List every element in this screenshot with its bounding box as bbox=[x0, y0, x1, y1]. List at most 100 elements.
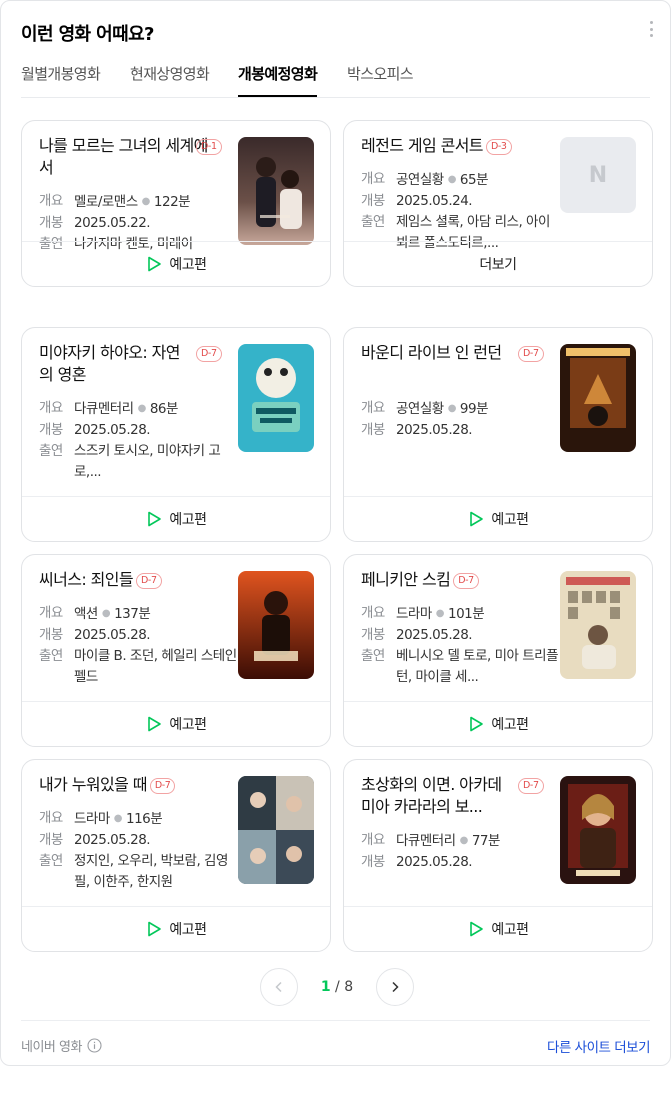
movie-poster[interactable] bbox=[238, 344, 314, 452]
movie-card[interactable]: 내가 누워있을 때 D-7 개요 드라마 ● 116분 개봉 2025.05.28. 출연… bbox=[21, 759, 331, 952]
play-icon bbox=[148, 256, 162, 272]
trailer-button[interactable]: 예고편 bbox=[22, 241, 330, 286]
movie-title[interactable]: 레전드 게임 콘서트 D-3 bbox=[361, 135, 561, 157]
movie-title[interactable]: 나를 모르는 그녀의 세계에서 bbox=[39, 135, 217, 179]
info-key-genre: 개요 bbox=[361, 605, 385, 621]
movie-card[interactable]: 페니키안 스킴 D-7 개요 드라마 ● 101분 개봉 2025.05.28. 출연 베니… bbox=[343, 554, 653, 747]
trailer-button[interactable]: 예고편 bbox=[22, 701, 330, 746]
play-icon bbox=[470, 921, 484, 937]
info-key-release: 개봉 bbox=[39, 215, 63, 231]
total-pages: 8 bbox=[344, 979, 354, 995]
info-key-genre: 개요 bbox=[39, 400, 63, 416]
prev-page-button[interactable] bbox=[260, 968, 298, 1006]
dday-badge: D-1 bbox=[196, 139, 222, 155]
movie-runtime: 116분 bbox=[126, 811, 163, 827]
trailer-button[interactable]: 예고편 bbox=[344, 496, 652, 541]
movie-poster[interactable] bbox=[238, 776, 314, 884]
tab-now-showing[interactable]: 현재상영영화 bbox=[130, 63, 210, 97]
info-key-release: 개봉 bbox=[361, 422, 385, 438]
info-key-cast: 출연 bbox=[39, 443, 63, 459]
panel-title: 이런 영화 어때요? bbox=[21, 24, 155, 45]
dday-badge: D-7 bbox=[453, 573, 479, 589]
movie-card[interactable]: 초상화의 이면. 아카데미아 카라라의 보... D-7 개요 다큐멘터리 ● 77분… bbox=[343, 759, 653, 952]
movie-release-date: 2025.05.22. bbox=[74, 215, 151, 231]
info-key-release: 개봉 bbox=[361, 854, 385, 870]
movie-card[interactable]: 바운디 라이브 인 런던 D-7 개요 공연실황 ● 99분 개봉 2025.05.28… bbox=[343, 327, 653, 542]
data-source: 네이버 영화 bbox=[21, 1036, 102, 1055]
movie-runtime: 86분 bbox=[149, 401, 179, 417]
movie-poster[interactable] bbox=[560, 571, 636, 679]
play-icon bbox=[470, 511, 484, 527]
movie-title[interactable]: 페니키안 스킴 D-7 bbox=[361, 569, 561, 591]
movie-genre: 액션 bbox=[74, 606, 98, 622]
movie-poster[interactable] bbox=[238, 137, 314, 245]
more-options-icon[interactable] bbox=[646, 21, 656, 37]
movie-poster[interactable] bbox=[560, 344, 636, 452]
movie-runtime: 99분 bbox=[459, 401, 489, 417]
dday-badge: D-7 bbox=[518, 346, 544, 362]
info-key-release: 개봉 bbox=[39, 832, 63, 848]
movie-poster[interactable] bbox=[238, 571, 314, 679]
info-key-genre: 개요 bbox=[39, 810, 63, 826]
info-key-cast: 출연 bbox=[39, 648, 63, 664]
movie-release-date: 2025.05.24. bbox=[396, 193, 473, 209]
movie-genre: 멜로/로맨스 bbox=[74, 194, 138, 210]
movie-genre: 드라마 bbox=[396, 606, 432, 622]
movie-runtime: 77분 bbox=[471, 833, 501, 849]
footer-divider bbox=[21, 1020, 650, 1021]
page-separator: / bbox=[335, 979, 340, 995]
current-page: 1 bbox=[320, 979, 331, 995]
movie-cast: 스즈키 토시오, 미야자키 고로,... bbox=[74, 443, 221, 480]
movie-card[interactable]: 레전드 게임 콘서트 D-3 개요 공연실황 ● 65분 개봉 2025.05.24. 출… bbox=[343, 120, 653, 287]
movie-recommendation-panel: 이런 영화 어때요? 월별개봉영화 현재상영영화 개봉예정영화 박스오피스 나를… bbox=[0, 0, 671, 1066]
info-key-cast: 출연 bbox=[39, 853, 63, 869]
movie-info: 개요 드라마 ● 116분 개봉 2025.05.28. 출연 정지인, 오우리, 박보람… bbox=[39, 808, 239, 893]
movie-title[interactable]: 초상화의 이면. 아카데미아 카라라의 보... bbox=[361, 774, 511, 818]
info-key-release: 개봉 bbox=[361, 193, 385, 209]
movie-title[interactable]: 씨너스: 죄인들 D-7 bbox=[39, 569, 239, 591]
movie-genre: 다큐멘터리 bbox=[74, 401, 134, 417]
movie-runtime: 137분 bbox=[114, 606, 151, 622]
other-sites-link[interactable]: 다른 사이트 더보기 bbox=[547, 1036, 650, 1056]
movie-cast: 마이클 B. 조던, 헤일리 스테인펠드 bbox=[74, 648, 237, 685]
info-key-genre: 개요 bbox=[361, 400, 385, 416]
play-icon bbox=[148, 716, 162, 732]
trailer-button[interactable]: 예고편 bbox=[344, 701, 652, 746]
tab-upcoming[interactable]: 개봉예정영화 bbox=[238, 63, 318, 97]
movie-title[interactable]: 바운디 라이브 인 런던 bbox=[361, 342, 511, 364]
movie-release-date: 2025.05.28. bbox=[396, 627, 473, 643]
movie-genre: 드라마 bbox=[74, 811, 110, 827]
movie-card[interactable]: 씨너스: 죄인들 D-7 개요 액션 ● 137분 개봉 2025.05.28. 출연 마이… bbox=[21, 554, 331, 747]
movie-card[interactable]: 나를 모르는 그녀의 세계에서 D-1 개요 멜로/로맨스 ● 122분 개봉 2025… bbox=[21, 120, 331, 287]
info-key-genre: 개요 bbox=[361, 832, 385, 848]
movie-info: 개요 공연실황 ● 99분 개봉 2025.05.28. bbox=[361, 398, 561, 441]
movie-release-date: 2025.05.28. bbox=[74, 627, 151, 643]
movie-genre: 공연실황 bbox=[396, 401, 444, 417]
trailer-button[interactable]: 예고편 bbox=[22, 906, 330, 951]
movie-title[interactable]: 내가 누워있을 때 D-7 bbox=[39, 774, 239, 796]
movie-card[interactable]: 미야자키 하야오: 자연의 영혼 D-7 개요 다큐멘터리 ● 86분 개봉 2025.… bbox=[21, 327, 331, 542]
page-indicator: 1 / 8 bbox=[301, 979, 373, 995]
dday-badge: D-7 bbox=[518, 778, 544, 794]
dday-badge: D-7 bbox=[196, 346, 222, 362]
info-icon[interactable] bbox=[87, 1038, 102, 1053]
chevron-left-icon bbox=[275, 981, 282, 993]
tab-box-office[interactable]: 박스오피스 bbox=[347, 63, 414, 97]
play-icon bbox=[148, 921, 162, 937]
movie-genre: 다큐멘터리 bbox=[396, 833, 456, 849]
movie-genre: 공연실황 bbox=[396, 172, 444, 188]
movie-title[interactable]: 미야자키 하야오: 자연의 영혼 bbox=[39, 342, 189, 386]
movie-info: 개요 액션 ● 137분 개봉 2025.05.28. 출연 마이클 B. 조던, 헤일리… bbox=[39, 603, 239, 688]
movie-release-date: 2025.05.28. bbox=[74, 832, 151, 848]
tab-bar: 월별개봉영화 현재상영영화 개봉예정영화 박스오피스 bbox=[21, 61, 650, 98]
trailer-button[interactable]: 예고편 bbox=[22, 496, 330, 541]
next-page-button[interactable] bbox=[376, 968, 414, 1006]
more-button[interactable]: 더보기 bbox=[344, 241, 652, 286]
tab-monthly-releases[interactable]: 월별개봉영화 bbox=[21, 63, 101, 97]
dday-badge: D-7 bbox=[149, 778, 176, 794]
movie-info: 개요 다큐멘터리 ● 86분 개봉 2025.05.28. 출연 스즈키 토시오, 미야자… bbox=[39, 398, 239, 483]
movie-poster[interactable] bbox=[560, 776, 636, 884]
trailer-button[interactable]: 예고편 bbox=[344, 906, 652, 951]
movie-release-date: 2025.05.28. bbox=[396, 854, 473, 870]
movie-cast: 정지인, 오우리, 박보람, 김영필, 이한주, 한지원 bbox=[74, 853, 228, 890]
